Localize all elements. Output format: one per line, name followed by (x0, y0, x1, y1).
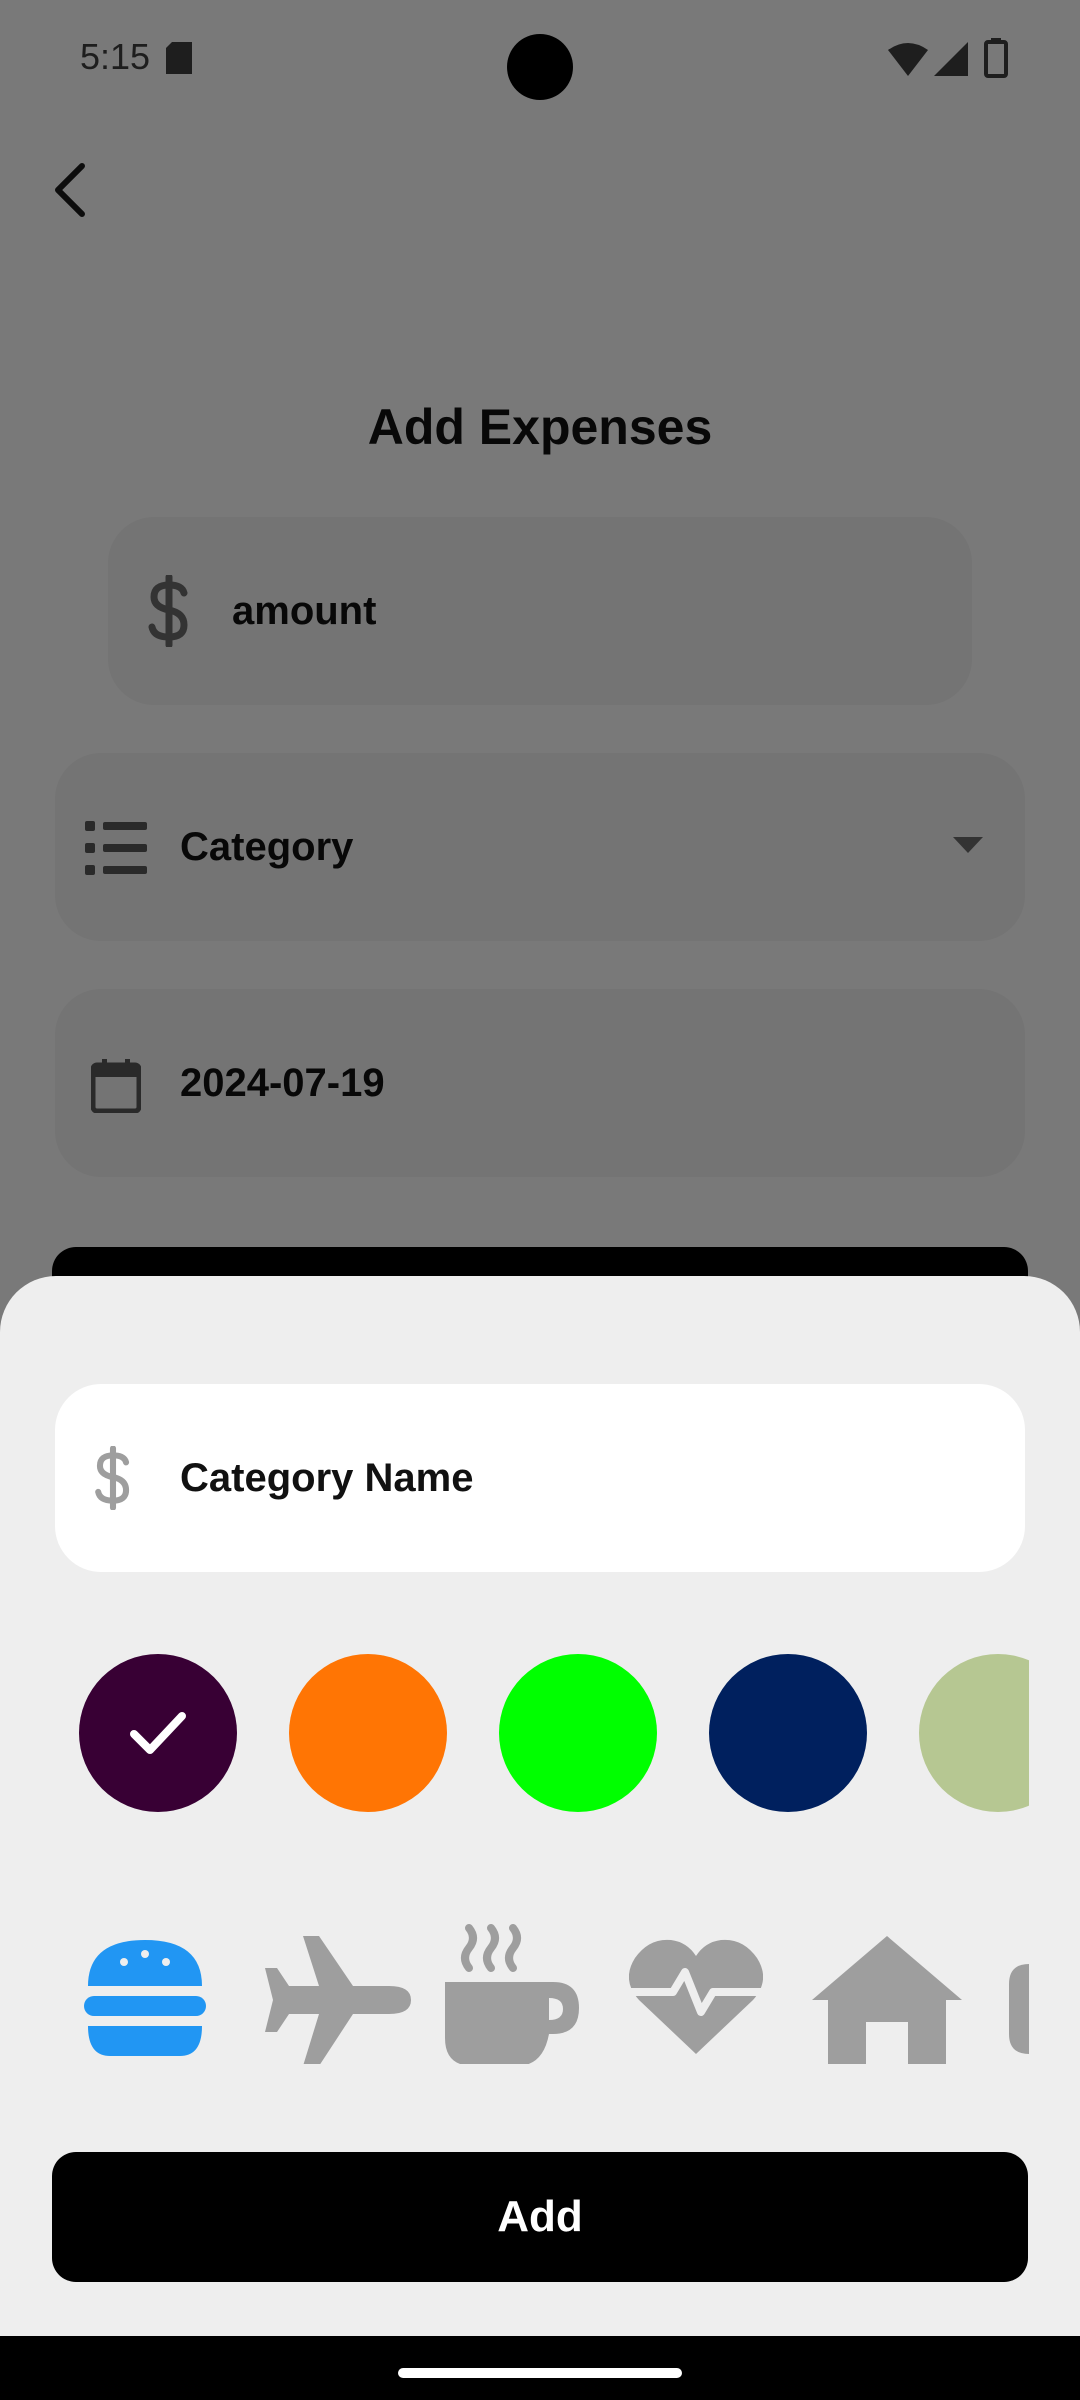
color-swatch[interactable] (499, 1654, 657, 1812)
heartbeat-icon[interactable] (629, 1938, 763, 2054)
partial-icon[interactable] (1005, 1964, 1029, 2054)
airplane-icon[interactable] (261, 1936, 411, 2064)
color-swatch[interactable] (289, 1654, 447, 1812)
dollar-icon (95, 1446, 130, 1510)
coffee-cup-icon[interactable] (445, 1924, 579, 2064)
home-indicator[interactable] (398, 2368, 682, 2378)
checkmark-icon (130, 1712, 186, 1754)
bottom-sheet: Category Name Add (0, 1276, 1080, 2336)
navigation-bar (0, 2336, 1080, 2400)
burger-icon[interactable] (84, 1940, 206, 2056)
color-swatch[interactable] (919, 1654, 1029, 1812)
color-picker (79, 1654, 1029, 1814)
color-swatch[interactable] (79, 1654, 237, 1812)
icon-picker (79, 1924, 1029, 2064)
home-icon[interactable] (812, 1936, 962, 2064)
category-name-field[interactable]: Category Name (55, 1384, 1025, 1572)
category-name-input[interactable]: Category Name (180, 1456, 473, 1501)
add-button[interactable]: Add (52, 2152, 1028, 2282)
screen: 5:15 Add Expenses amount Category 202 (0, 0, 1080, 2400)
color-swatch[interactable] (709, 1654, 867, 1812)
